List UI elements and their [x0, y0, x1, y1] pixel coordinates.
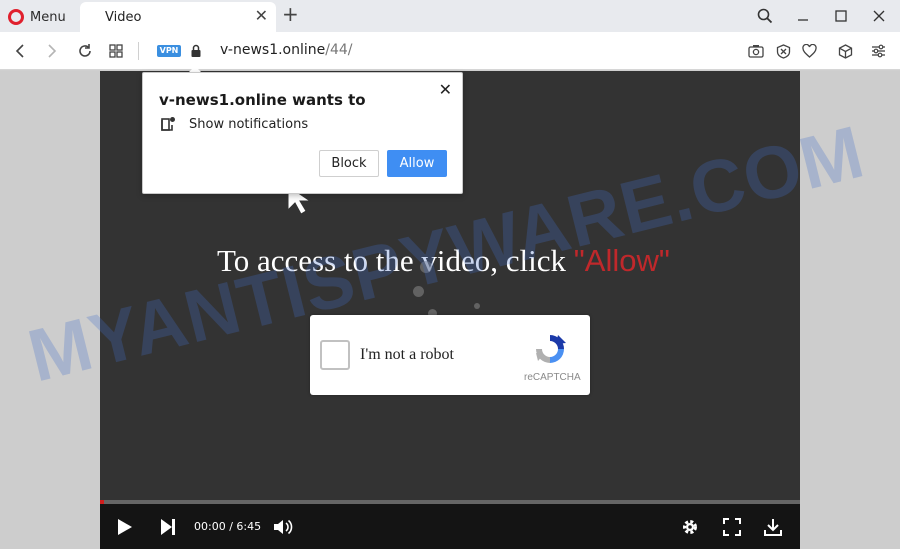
adblock-icon[interactable] — [773, 41, 793, 61]
spinner-dot — [413, 286, 424, 297]
recaptcha-label: I'm not a robot — [360, 346, 454, 363]
notification-permission-popup: v-news1.online wants to ✕ Show notificat… — [142, 72, 463, 194]
forward-icon[interactable] — [42, 41, 62, 61]
speed-dial-icon[interactable] — [106, 41, 126, 61]
maximize-icon[interactable] — [826, 0, 856, 32]
url-path: /44/ — [325, 42, 353, 58]
headline: To access to the video, click "Allow" — [217, 243, 670, 279]
easy-setup-icon[interactable] — [868, 41, 888, 61]
address-bar: VPN v-news1.online/44/ — [0, 32, 900, 70]
play-icon[interactable] — [114, 516, 136, 538]
close-window-icon[interactable] — [864, 0, 894, 32]
fullscreen-icon[interactable] — [721, 516, 743, 538]
recaptcha-widget: I'm not a robot reCAPTCHA — [310, 315, 590, 395]
download-icon[interactable] — [762, 516, 784, 538]
spinner-dot — [420, 261, 432, 273]
heart-icon[interactable] — [799, 41, 819, 61]
url-field[interactable]: v-news1.online/44/ — [220, 42, 353, 58]
opera-menu-button[interactable]: Menu — [8, 7, 66, 27]
vpn-badge[interactable]: VPN — [157, 45, 181, 57]
tab-bar: Menu Video ✕ + — [0, 0, 900, 32]
back-icon[interactable] — [10, 41, 30, 61]
popup-close-icon[interactable]: ✕ — [439, 80, 452, 99]
headline-text: To access to the video, click — [217, 243, 567, 278]
volume-icon[interactable] — [272, 516, 294, 538]
block-button[interactable]: Block — [319, 150, 379, 177]
next-icon[interactable] — [157, 516, 179, 538]
minimize-icon[interactable] — [788, 0, 818, 32]
opera-logo-icon — [8, 9, 24, 25]
recaptcha-brand: reCAPTCHA — [524, 372, 581, 383]
snapshot-icon[interactable] — [746, 41, 766, 61]
reload-icon[interactable] — [75, 41, 95, 61]
tab-close-icon[interactable]: ✕ — [255, 8, 268, 24]
tab-title: Video — [105, 10, 142, 25]
lock-icon[interactable] — [186, 41, 206, 61]
player-controls: 00:00 / 6:45 — [100, 504, 800, 549]
url-host: v-news1.online — [220, 42, 326, 58]
recaptcha-logo-icon — [536, 335, 566, 363]
tab-video[interactable]: Video ✕ — [80, 2, 276, 32]
allow-button[interactable]: Allow — [387, 150, 447, 177]
popup-permission-text: Show notifications — [189, 117, 309, 132]
search-tabs-icon[interactable] — [750, 0, 780, 32]
new-tab-icon[interactable]: + — [282, 4, 299, 24]
wallet-cube-icon[interactable] — [835, 41, 855, 61]
settings-gear-icon[interactable] — [679, 516, 701, 538]
spinner-dot — [474, 303, 480, 309]
headline-allow-word: "Allow" — [573, 243, 670, 278]
popup-title: v-news1.online wants to — [159, 91, 366, 109]
recaptcha-checkbox[interactable] — [320, 340, 350, 370]
notification-bell-icon — [161, 117, 175, 131]
toolbar-divider — [138, 42, 139, 60]
menu-label: Menu — [30, 9, 66, 25]
video-time: 00:00 / 6:45 — [194, 520, 262, 533]
